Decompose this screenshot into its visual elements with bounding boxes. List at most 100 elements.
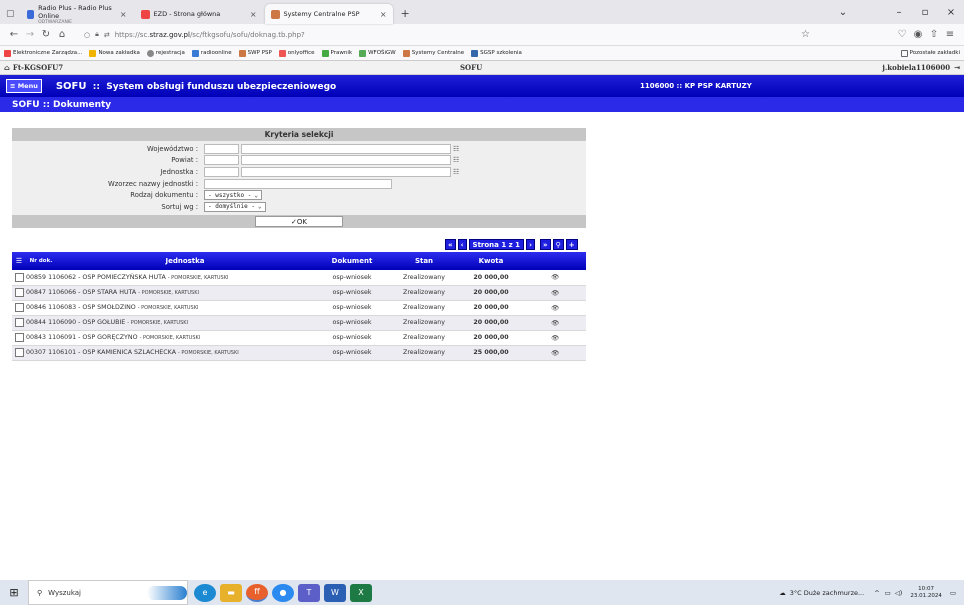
bookmark-item[interactable]: rejestracja — [146, 49, 185, 57]
app-menu-icon[interactable]: ≡ — [942, 29, 958, 40]
add-button[interactable]: + — [565, 239, 578, 250]
back-arrow-icon[interactable]: ← — [6, 29, 22, 40]
row-checkbox[interactable] — [14, 303, 24, 312]
shield-icon[interactable]: ○ — [84, 31, 90, 39]
close-tab-icon[interactable]: × — [250, 10, 257, 19]
first-page-button[interactable]: « — [445, 239, 456, 250]
col-document[interactable]: Dokument — [314, 252, 390, 270]
col-nr[interactable]: Nr dok. — [26, 252, 56, 270]
close-window-button[interactable]: × — [938, 7, 964, 18]
home-icon[interactable]: ⌂ — [4, 63, 10, 72]
bookmark-item[interactable]: Systemy Centralne — [402, 49, 464, 57]
permissions-icon[interactable]: ⇄ — [104, 31, 110, 39]
row-checkbox[interactable] — [14, 288, 24, 297]
account-icon[interactable]: ◉ — [910, 29, 926, 40]
bookmark-favicon — [4, 49, 11, 57]
col-amount[interactable]: Kwota — [458, 252, 524, 270]
teams-app-icon[interactable]: T — [298, 583, 320, 602]
bookmark-item[interactable]: Nowa zakładka — [89, 49, 140, 57]
home-icon[interactable]: ⌂ — [54, 29, 70, 40]
word-app-icon[interactable]: W — [324, 583, 346, 602]
logout-icon[interactable]: ⇥ — [954, 63, 960, 72]
taskbar-search[interactable]: ⚲ Wyszukaj — [28, 580, 188, 605]
extensions-icon[interactable]: ⇧ — [926, 29, 942, 40]
voivodeship-name-input[interactable] — [241, 143, 451, 154]
row-checkbox[interactable] — [14, 318, 24, 327]
list-all-tabs-icon[interactable]: ⌄ — [830, 7, 856, 18]
table-row[interactable]: 00844 1106090 - OSP GOŁUBIE - POMORSKIE,… — [12, 315, 586, 331]
ok-button[interactable]: ✓OK — [255, 215, 343, 227]
pocket-icon[interactable]: ♡ — [894, 29, 910, 40]
bookmark-item[interactable]: SWP PSP — [238, 49, 272, 57]
table-row[interactable]: 00859 1106062 - OSP POMIECZYŃSKA HUTA - … — [12, 270, 586, 286]
bookmark-item[interactable]: WFOŚiGW — [359, 49, 396, 57]
close-tab-icon[interactable]: × — [120, 10, 127, 19]
forward-arrow-icon[interactable]: → — [22, 29, 38, 40]
unit-pattern-input[interactable] — [204, 178, 392, 189]
bookmark-item[interactable]: Prawnik — [321, 49, 352, 57]
search-icon[interactable]: ⚲ — [552, 239, 564, 250]
unit-name-input[interactable] — [241, 166, 451, 177]
reload-icon[interactable]: ↻ — [38, 29, 54, 40]
unit-code-input[interactable] — [204, 166, 239, 177]
weather-icon[interactable]: ☁ — [779, 589, 786, 597]
minimize-button[interactable]: – — [886, 7, 912, 18]
view-icon[interactable]: 👁︎ — [524, 330, 586, 346]
new-tab-button[interactable]: + — [401, 7, 410, 20]
firefox-app-icon[interactable]: ff — [246, 583, 268, 602]
clock[interactable]: 10:07 23.01.2024 — [910, 586, 942, 600]
table-menu-icon[interactable]: ☰ — [12, 252, 26, 270]
row-checkbox[interactable] — [14, 272, 24, 282]
tab-ezd[interactable]: EZD - Strona główna × — [135, 4, 263, 24]
excel-app-icon[interactable]: X — [350, 583, 372, 602]
user-name[interactable]: j.kobiela1106000 — [882, 63, 950, 72]
maximize-button[interactable]: ▫ — [912, 7, 938, 18]
volume-icon[interactable]: ◁) — [895, 589, 903, 597]
sort-select[interactable]: - domyślnie - ⌄ — [204, 201, 266, 212]
tray-chevron-icon[interactable]: ^ — [874, 589, 879, 597]
view-icon[interactable]: 👁︎ — [524, 300, 586, 316]
row-checkbox[interactable] — [14, 333, 24, 342]
row-checkbox[interactable] — [14, 348, 24, 357]
view-icon[interactable]: 👁︎ — [524, 270, 586, 286]
file-explorer-icon[interactable]: ▬ — [220, 583, 242, 602]
table-row[interactable]: 00846 1106083 - OSP SMOŁDZINO - POMORSKI… — [12, 300, 586, 316]
list-icon[interactable]: ☷ — [453, 144, 461, 154]
table-row[interactable]: 00843 1106091 - OSP GORĘCZYNO - POMORSKI… — [12, 330, 586, 346]
bookmark-star-icon[interactable]: ☆ — [801, 29, 810, 40]
prev-page-button[interactable]: ‹ — [457, 239, 467, 250]
network-icon[interactable]: ▭ — [885, 589, 891, 597]
district-name-input[interactable] — [241, 155, 451, 166]
windows-start-icon[interactable]: ⊞ — [0, 586, 28, 599]
tab-systemy-centralne[interactable]: Systemy Centralne PSP × — [264, 4, 393, 24]
view-icon[interactable]: 👁︎ — [524, 345, 586, 361]
weather-text[interactable]: 3°C Duże zachmurze... — [790, 589, 864, 597]
voivodeship-code-input[interactable] — [204, 143, 239, 154]
view-icon[interactable]: 👁︎ — [524, 285, 586, 301]
bookmark-item[interactable]: onlyoffice — [278, 49, 315, 57]
other-bookmarks[interactable]: Pozostałe zakładki — [900, 49, 960, 57]
close-tab-icon[interactable]: × — [380, 10, 387, 19]
bookmark-item[interactable]: SGSP szkolenia — [471, 49, 522, 57]
next-page-button[interactable]: › — [526, 239, 536, 250]
lock-icon[interactable]: 🔒︎ — [95, 30, 99, 39]
list-icon[interactable]: ☷ — [453, 155, 461, 165]
doc-type-select[interactable]: - wszystko - ⌄ — [204, 190, 262, 201]
view-icon[interactable]: 👁︎ — [524, 315, 586, 331]
address-bar[interactable]: ○ 🔒︎ ⇄ https://sc.straz.gov.pl/sc/ftkgso… — [78, 27, 816, 43]
list-icon[interactable]: ☷ — [453, 167, 461, 177]
col-unit[interactable]: Jednostka — [56, 252, 314, 270]
table-row[interactable]: 00847 1106066 - OSP STARA HUTA - POMORSK… — [12, 285, 586, 301]
menu-button[interactable]: ≡ Menu — [6, 79, 42, 93]
bookmark-item[interactable]: Elektroniczne Zarządza... — [4, 49, 82, 57]
edge-app-icon[interactable]: e — [194, 583, 216, 602]
col-status[interactable]: Stan — [390, 252, 458, 270]
bookmark-item[interactable]: radioonline — [191, 49, 232, 57]
tab-radio-plus[interactable]: Radio Plus - Radio Plus Online ODTWARZANI… — [21, 4, 133, 25]
table-row[interactable]: 00307 1106101 - OSP KAMIENICA SZLACHECKA… — [12, 345, 586, 361]
chrome-app-icon[interactable]: ● — [272, 583, 294, 602]
last-page-button[interactable]: » — [540, 239, 551, 250]
tab-list-icon[interactable]: ▢ — [6, 9, 15, 19]
notifications-icon[interactable]: ▭ — [950, 589, 956, 597]
district-code-input[interactable] — [204, 155, 239, 166]
